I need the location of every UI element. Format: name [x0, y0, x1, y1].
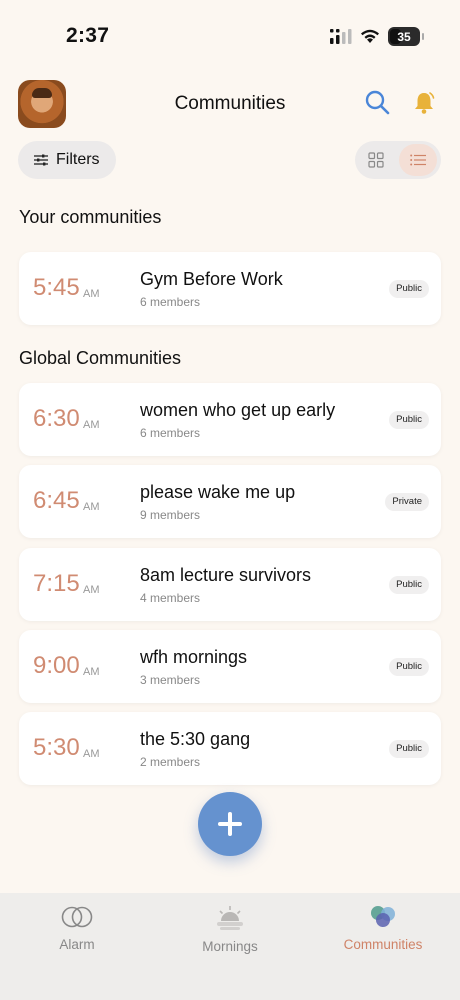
wifi-icon [361, 29, 379, 43]
community-ampm: AM [83, 288, 100, 300]
community-name: wfh mornings [140, 647, 248, 667]
search-icon[interactable] [364, 89, 390, 115]
community-ampm: AM [83, 501, 100, 513]
page-title: Communities [174, 93, 286, 114]
community-name: women who get up early [140, 400, 336, 420]
grid-view-icon[interactable] [367, 151, 385, 169]
community-card[interactable]: 7:15 AM 8am lecture survivors 4 members … [19, 548, 441, 621]
status-time: 2:37 [66, 24, 110, 47]
global-communities-title: Global Communities [19, 348, 182, 368]
tab-communities[interactable]: Communities [323, 903, 443, 952]
community-members: 3 members [140, 673, 201, 687]
tab-bar: Alarm Mornings Communities [0, 893, 460, 1000]
visibility-badge: Public [389, 576, 429, 594]
community-members: 2 members [140, 755, 201, 769]
community-card[interactable]: 9:00 AM wfh mornings 3 members Public [19, 630, 441, 703]
list-view-button[interactable] [399, 144, 437, 176]
filters-button[interactable]: Filters [18, 141, 116, 179]
bell-icon[interactable] [412, 90, 436, 116]
community-time: 6:45 [33, 487, 80, 514]
community-members: 6 members [140, 426, 201, 440]
visibility-badge: Public [389, 658, 429, 676]
filters-label: Filters [56, 151, 100, 168]
tab-mornings-label: Mornings [202, 939, 258, 954]
add-community-button[interactable] [198, 792, 262, 856]
community-name: 8am lecture survivors [140, 565, 312, 585]
visibility-badge: Public [389, 411, 429, 429]
community-name: Gym Before Work [140, 269, 283, 289]
community-name: please wake me up [140, 482, 296, 502]
communities-icon [371, 906, 395, 927]
community-time: 5:45 [33, 274, 80, 301]
community-time: 5:30 [33, 734, 80, 761]
community-ampm: AM [83, 419, 100, 431]
visibility-badge: Public [389, 280, 429, 298]
visibility-badge: Public [389, 740, 429, 758]
community-time: 9:00 [33, 652, 80, 679]
sunrise-icon [217, 906, 243, 930]
sliders-icon [34, 154, 48, 166]
list-view-icon [410, 154, 426, 166]
tab-communities-label: Communities [343, 937, 423, 952]
community-card[interactable]: 6:30 AM women who get up early 6 members… [19, 383, 441, 456]
plus-icon [218, 812, 242, 836]
tab-mornings[interactable]: Mornings [170, 903, 290, 954]
status-bar: 2:37 35 [0, 0, 460, 70]
tab-alarm[interactable]: Alarm [17, 903, 137, 952]
community-members: 6 members [140, 295, 201, 309]
community-members: 4 members [140, 591, 201, 605]
battery-icon: 35 [388, 27, 424, 46]
visibility-badge: Private [385, 493, 429, 511]
your-communities-title: Your communities [19, 207, 162, 227]
view-toggle [355, 141, 441, 179]
community-ampm: AM [83, 748, 100, 760]
community-card[interactable]: 5:30 AM the 5:30 gang 2 members Public [19, 712, 441, 785]
community-ampm: AM [83, 584, 100, 596]
tab-alarm-label: Alarm [59, 937, 95, 952]
community-name: the 5:30 gang [140, 729, 251, 749]
status-icons: 35 [330, 27, 424, 46]
cellular-signal-icon [330, 28, 352, 44]
community-ampm: AM [83, 666, 100, 678]
community-card[interactable]: 5:45 AM Gym Before Work 6 members Public [19, 252, 441, 325]
community-time: 7:15 [33, 570, 80, 597]
community-members: 9 members [140, 508, 201, 522]
community-card[interactable]: 6:45 AM please wake me up 9 members Priv… [19, 465, 441, 538]
community-time: 6:30 [33, 405, 80, 432]
rings-icon [61, 906, 93, 928]
